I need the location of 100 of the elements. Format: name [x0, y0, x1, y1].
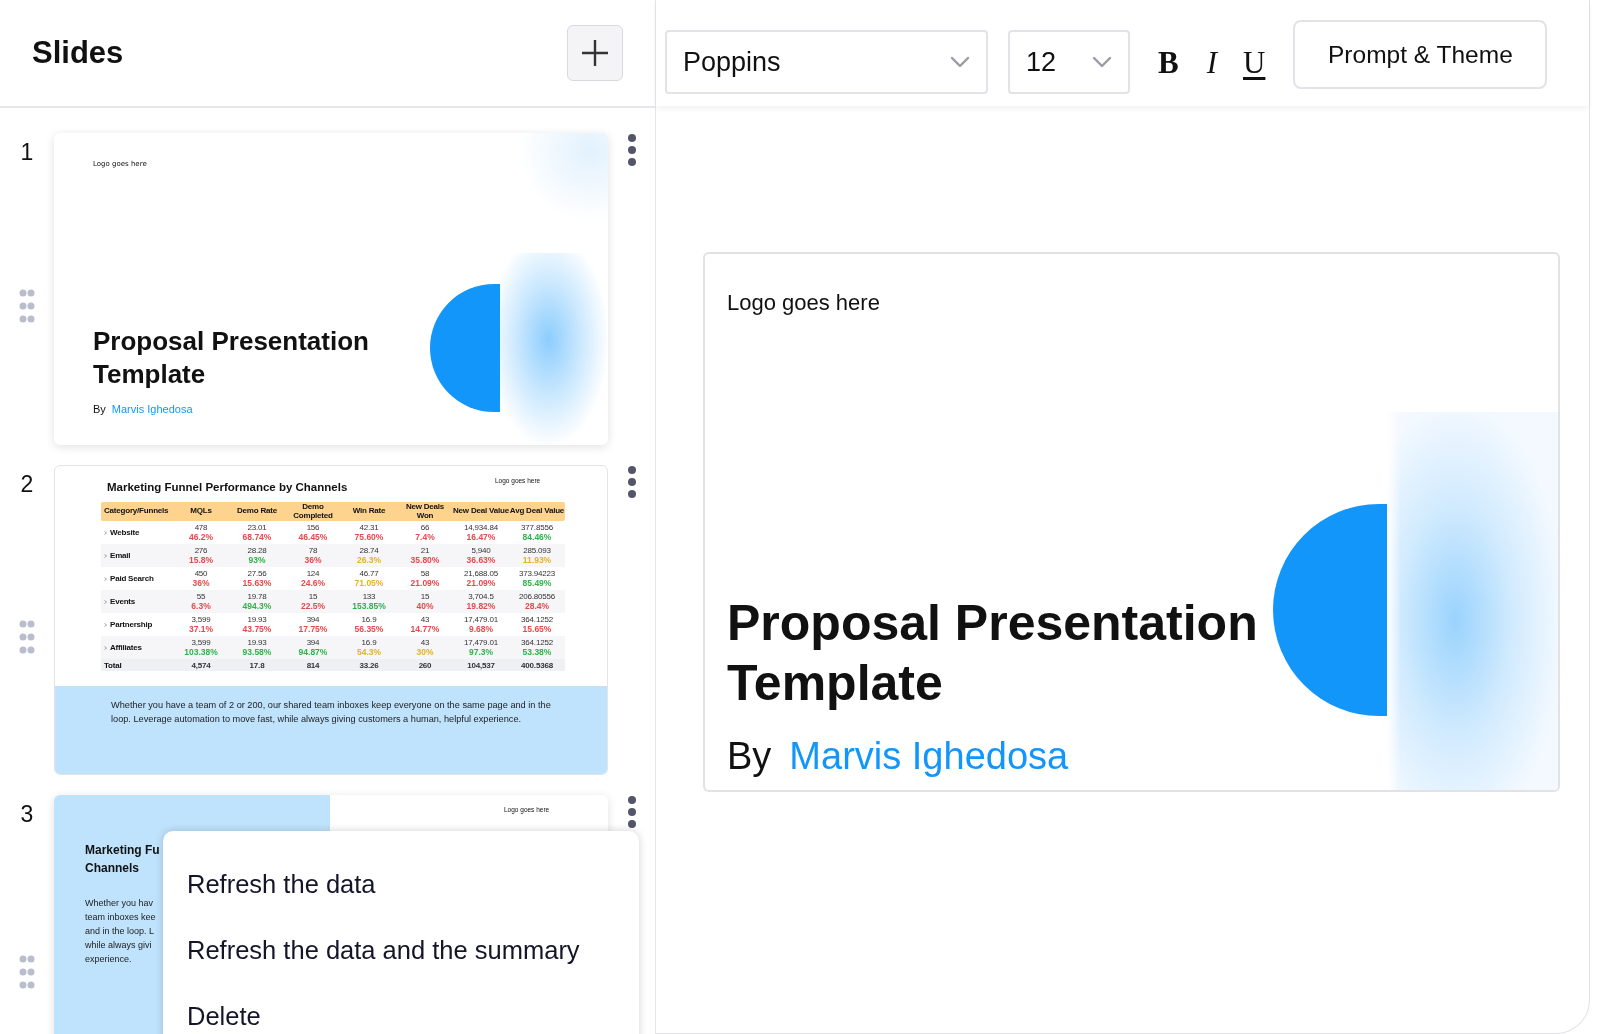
table-cell: 3,704.5 [468, 592, 494, 601]
table-cell-text: 814 [305, 660, 321, 670]
underline-button[interactable]: U [1239, 43, 1270, 83]
body-text: Whether you hav [85, 897, 155, 910]
more-icon[interactable] [627, 133, 637, 167]
expand-icon[interactable] [104, 622, 107, 627]
table-cell: 276 [194, 546, 208, 555]
change-value: 15.65% [522, 625, 552, 634]
table-cell: 19.93 [247, 638, 267, 647]
change-value: 46.2% [188, 533, 214, 542]
change-value: 15.8% [188, 556, 214, 565]
expand-icon[interactable] [104, 576, 107, 581]
chevron-down-icon [1092, 56, 1112, 68]
menu-item[interactable]: Refresh the data [163, 851, 639, 917]
table-cell: 124 [306, 569, 320, 578]
change-value: 53.38% [522, 648, 552, 657]
more-icon[interactable] [627, 795, 637, 829]
change-value: 35.80% [410, 556, 440, 565]
change-value: 85.49% [522, 579, 552, 588]
author-name: Marvis Ighedosa [111, 403, 193, 415]
change-value: 30% [416, 648, 434, 657]
slide-number: 1 [20, 139, 34, 166]
table-cell-text: Total [103, 660, 123, 670]
table-cell: 17,479.01 [464, 638, 498, 647]
column-header: MQLs [189, 507, 213, 516]
change-value: 7.4% [415, 533, 435, 542]
change-value: 97.3% [468, 648, 494, 657]
change-value: 40% [416, 602, 434, 611]
table-cell: 42.31 [359, 523, 379, 532]
table-cell: 364.1252 [521, 615, 553, 624]
table-cell: 206.80556 [519, 592, 555, 601]
change-value: 36% [304, 556, 322, 565]
slide-number: 2 [20, 471, 34, 498]
chevron-down-icon [950, 56, 970, 68]
expand-icon[interactable] [104, 553, 107, 558]
change-value: 56.35% [354, 625, 384, 634]
table-cell: 14,934.84 [464, 523, 498, 532]
drag-handle-icon[interactable] [19, 619, 35, 654]
font-dropdown[interactable]: Poppins [665, 30, 988, 94]
table-cell: 21 [420, 546, 430, 555]
table-cell: 21,688.05 [464, 569, 498, 578]
expand-icon[interactable] [104, 645, 107, 650]
change-value: 6.3% [191, 602, 211, 611]
slide-editor-canvas[interactable]: Logo goes here Proposal Presentation Template By Marvis Ighedosa [703, 252, 1560, 792]
slide-title: Proposal Presentation Template [93, 325, 370, 391]
table-cell: 133 [362, 592, 376, 601]
table-cell: 377.8556 [521, 523, 553, 532]
table-cell: 23.01 [247, 523, 267, 532]
by-label: By [93, 403, 106, 415]
column-header: New Deals Won [404, 503, 446, 520]
drag-handle-icon[interactable] [19, 954, 35, 989]
menu-item[interactable]: Delete [163, 983, 639, 1034]
table-cell-text: 33.26 [358, 660, 380, 670]
expand-icon[interactable] [104, 530, 107, 535]
table-cell: 58 [420, 569, 430, 578]
font-size-dropdown[interactable]: 12 [1008, 30, 1130, 94]
table-cell: 27.56 [247, 569, 267, 578]
expand-icon[interactable] [104, 599, 107, 604]
table-cell: 19.93 [247, 615, 267, 624]
table-cell: 78 [308, 546, 318, 555]
table-cell: 43 [420, 615, 430, 624]
slide-title: Proposal Presentation Template [727, 594, 1259, 713]
plus-icon [581, 39, 609, 67]
italic-button[interactable]: I [1202, 43, 1221, 83]
table-cell: 450 [194, 569, 208, 578]
slide-number: 3 [20, 801, 34, 828]
change-value: 153.85% [352, 602, 386, 611]
body-text: team inboxes kee [85, 911, 156, 924]
change-value: 68.74% [242, 533, 272, 542]
table-cell-text: 17.8 [248, 660, 266, 670]
table-cell: 394 [306, 638, 320, 647]
prompt-theme-button[interactable]: Prompt & Theme [1293, 20, 1548, 89]
change-value: 28.4% [524, 602, 550, 611]
table-cell: 66 [420, 523, 430, 532]
slide-title: Marketing Funnel Performance by Channels [107, 481, 348, 493]
change-value: 15.63% [242, 579, 272, 588]
table-cell: 15 [420, 592, 430, 601]
add-slide-button[interactable] [567, 25, 623, 81]
change-value: 14.77% [410, 625, 440, 634]
author-name: Marvis Ighedosa [789, 735, 1069, 778]
table-cell: 3,599 [191, 638, 211, 647]
table-cell: 46.77 [359, 569, 379, 578]
table-cell: 3,599 [191, 615, 211, 624]
drag-handle-icon[interactable] [19, 288, 35, 323]
table-cell: 19.78 [247, 592, 267, 601]
change-value: 46.45% [298, 533, 328, 542]
change-value: 36% [192, 579, 210, 588]
table-cell: 43 [420, 638, 430, 647]
column-header: Avg Deal Value [509, 507, 565, 516]
column-header: Category/Funnels [103, 507, 170, 516]
change-value: 93% [248, 556, 266, 565]
change-value: 16.47% [466, 533, 496, 542]
menu-item[interactable]: Refresh the data and the summary [163, 917, 639, 983]
change-value: 36.63% [466, 556, 496, 565]
column-header: New Deal Value [453, 507, 509, 516]
more-icon[interactable] [627, 465, 637, 499]
bold-button[interactable]: B [1154, 43, 1183, 83]
change-value: 9.68% [468, 625, 494, 634]
slide-thumbnail[interactable] [54, 465, 608, 775]
table-cell: Website [110, 528, 140, 537]
